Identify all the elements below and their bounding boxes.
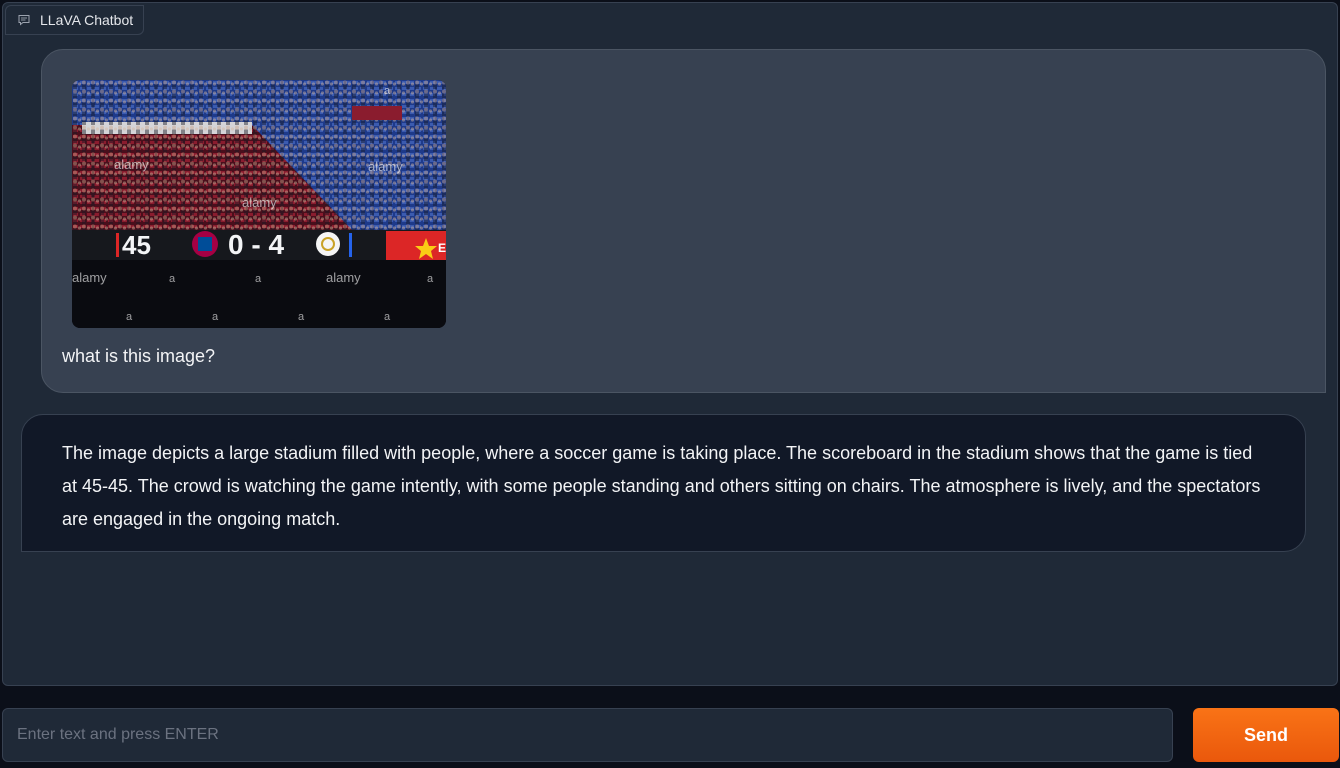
chatbot-title: LLaVA Chatbot bbox=[40, 12, 134, 28]
watermark-2: alamy bbox=[368, 159, 403, 174]
chatbot-label: LLaVA Chatbot bbox=[5, 5, 145, 35]
chat-bubble-icon bbox=[18, 14, 30, 26]
watermark-9: a bbox=[427, 273, 434, 285]
bot-message-text: The image depicts a large stadium filled… bbox=[62, 443, 1261, 529]
watermark-1: alamy bbox=[114, 157, 149, 172]
watermark-12: a bbox=[298, 311, 305, 323]
watermark-5: alamy bbox=[326, 270, 361, 285]
watermark-7: a bbox=[169, 273, 176, 285]
user-message: 45 0 - 4 E alamy alamy alamy alamy alamy… bbox=[41, 49, 1326, 393]
banner-letter: E bbox=[438, 241, 446, 255]
bot-message: The image depicts a large stadium filled… bbox=[21, 414, 1306, 552]
watermark-4: alamy bbox=[72, 270, 107, 285]
scoreboard-main-score: 0 - 4 bbox=[228, 229, 284, 260]
send-button[interactable]: Send bbox=[1193, 708, 1339, 762]
watermark-11: a bbox=[212, 311, 219, 323]
chatbot-panel: LLaVA Chatbot 45 0 - 4 E alamy alamy ala… bbox=[2, 2, 1338, 686]
watermark-10: a bbox=[126, 311, 133, 323]
watermark-13: a bbox=[384, 311, 391, 323]
message-image[interactable]: 45 0 - 4 E alamy alamy alamy alamy alamy… bbox=[72, 80, 446, 328]
message-input[interactable] bbox=[2, 708, 1173, 762]
watermark-6: a bbox=[384, 85, 391, 97]
user-message-text: what is this image? bbox=[62, 346, 216, 366]
watermark-3: alamy bbox=[242, 195, 277, 210]
scoreboard-left-number: 45 bbox=[122, 230, 151, 260]
watermark-8: a bbox=[255, 273, 262, 285]
